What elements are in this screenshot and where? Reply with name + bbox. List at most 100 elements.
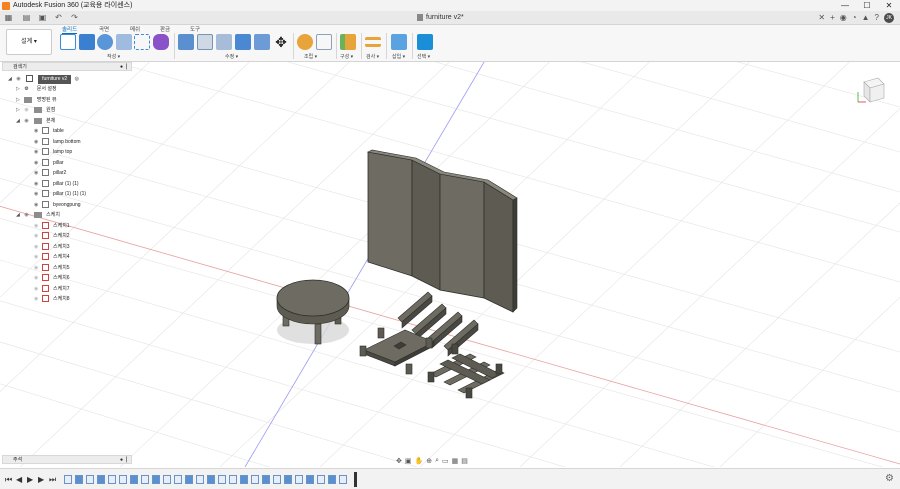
tree-item-body[interactable]: ◉ lamp top	[34, 148, 72, 157]
undo-icon[interactable]: ↶	[54, 13, 63, 22]
collapse-arrow-icon[interactable]: ◢	[16, 211, 23, 220]
collapse-arrow-icon[interactable]: ◢	[8, 75, 15, 84]
form-button[interactable]	[153, 34, 169, 50]
lamp-top-body[interactable]	[427, 343, 505, 399]
timeline-feature[interactable]	[163, 475, 171, 484]
revolve-button[interactable]	[97, 34, 113, 50]
tree-root[interactable]: ◢ ◉ furniture v2 ◎	[8, 75, 79, 84]
help-icon[interactable]: ?	[875, 12, 879, 24]
eye-icon[interactable]: ◉	[34, 295, 42, 304]
group-modify[interactable]: 수정 ▾	[225, 53, 238, 60]
tree-item-named-views[interactable]: ▷ 명명된 뷰	[16, 96, 57, 105]
press-pull-button[interactable]	[178, 34, 194, 50]
eye-icon[interactable]: ◉	[34, 127, 42, 136]
new-component-button[interactable]	[297, 34, 313, 50]
workspace-switcher[interactable]: 설계 ▾	[6, 29, 52, 55]
eye-icon[interactable]: ◉	[24, 106, 32, 115]
pin-icon[interactable]: ●	[120, 63, 123, 71]
eye-icon[interactable]: ◉	[34, 201, 42, 210]
eye-icon[interactable]: ◉	[24, 117, 32, 126]
eye-icon[interactable]: ◉	[34, 190, 42, 199]
timeline-feature[interactable]	[273, 475, 281, 484]
tree-item-sketches[interactable]: ◢ ◉ 스케치	[16, 211, 60, 220]
eye-icon[interactable]: ◉	[34, 243, 42, 252]
measure-button[interactable]	[365, 37, 381, 47]
timeline-feature[interactable]	[130, 475, 138, 484]
browser-header[interactable]: 검색기 ● ▏	[2, 62, 132, 71]
eye-icon[interactable]: ◉	[34, 148, 42, 157]
pin-icon[interactable]: ●	[120, 456, 123, 464]
timeline-feature[interactable]	[75, 475, 83, 484]
expand-arrow-icon[interactable]: ▷	[16, 85, 23, 94]
fillet-button[interactable]	[197, 34, 213, 50]
timeline-feature[interactable]	[339, 475, 347, 484]
chamfer-button[interactable]	[216, 34, 232, 50]
timeline-feature[interactable]	[64, 475, 72, 484]
eye-icon[interactable]: ◉	[34, 285, 42, 294]
redo-icon[interactable]: ↷	[70, 13, 79, 22]
tree-item-body[interactable]: ◉ pillar (1) (1) (1)	[34, 190, 86, 199]
viewports-icon[interactable]: ▤	[461, 457, 468, 465]
tree-item-body[interactable]: ◉ lamp bottom	[34, 138, 81, 147]
shell-button[interactable]	[235, 34, 251, 50]
eye-icon[interactable]: ◉	[34, 180, 42, 189]
minimize-button[interactable]: —	[834, 0, 856, 11]
canvas-viewport[interactable]	[0, 62, 900, 467]
tree-item-bodies[interactable]: ◢ ◉ 본체	[16, 117, 55, 126]
tab-sheet-metal[interactable]: 판금	[160, 25, 170, 33]
display-settings-icon[interactable]: ▭	[442, 457, 449, 465]
group-select[interactable]: 선택 ▾	[417, 53, 430, 60]
viewcube[interactable]	[856, 74, 888, 106]
eye-icon[interactable]: ◉	[34, 138, 42, 147]
group-create[interactable]: 작성 ▾	[107, 53, 120, 60]
group-insert[interactable]: 삽입 ▾	[392, 53, 405, 60]
tab-surface[interactable]: 곡면	[99, 25, 109, 33]
extensions-icon[interactable]: ◉	[840, 12, 847, 24]
timeline-feature[interactable]	[174, 475, 182, 484]
tree-item-body[interactable]: ◉ pillar (1) (1)	[34, 180, 79, 189]
zoom-icon[interactable]: ⊕	[426, 457, 432, 465]
expand-arrow-icon[interactable]: ▷	[16, 96, 23, 105]
move-icon[interactable]: ✥	[273, 34, 289, 50]
maximize-button[interactable]: ☐	[856, 0, 878, 11]
eye-icon[interactable]: ◉	[34, 264, 42, 273]
lamp-bottom-body[interactable]	[359, 327, 435, 375]
offset-plane-button[interactable]	[340, 34, 356, 50]
close-window-button[interactable]: ✕	[878, 0, 900, 11]
tree-item-sketch[interactable]: ◉ 스케치3	[34, 243, 70, 252]
timeline-feature[interactable]	[97, 475, 105, 484]
notifications-icon[interactable]: ▲	[862, 12, 870, 24]
timeline-feature[interactable]	[328, 475, 336, 484]
tree-item-sketch[interactable]: ◉ 스케치6	[34, 274, 70, 283]
insert-image-button[interactable]	[391, 34, 407, 50]
comments-panel-header[interactable]: 주석 ● ▏	[2, 455, 132, 464]
timeline-feature[interactable]	[185, 475, 193, 484]
new-tab-icon[interactable]: +	[830, 12, 835, 24]
orbit-icon[interactable]: ✥	[396, 457, 402, 465]
tree-item-sketch[interactable]: ◉ 스케치5	[34, 264, 70, 273]
timeline-feature[interactable]	[119, 475, 127, 484]
radio-icon[interactable]: ◎	[75, 76, 79, 82]
tree-item-body[interactable]: ◉ table	[34, 127, 64, 136]
file-icon[interactable]: ▤	[22, 13, 31, 22]
timeline-feature[interactable]	[218, 475, 226, 484]
go-to-start-icon[interactable]: ⏮	[5, 475, 12, 485]
collapse-icon[interactable]: ▏	[126, 456, 130, 464]
expand-arrow-icon[interactable]: ▷	[16, 106, 23, 115]
eye-icon[interactable]: ◉	[24, 211, 32, 220]
hole-button[interactable]	[116, 34, 132, 50]
group-construct[interactable]: 구성 ▾	[340, 53, 353, 60]
tree-item-body[interactable]: ◉ byeongpung	[34, 201, 81, 210]
tab-solid[interactable]: 솔리드	[62, 25, 78, 34]
play-icon[interactable]: ▶	[27, 475, 33, 484]
tree-item-sketch[interactable]: ◉ 스케치2	[34, 232, 70, 241]
timeline-feature[interactable]	[108, 475, 116, 484]
avatar[interactable]: JK	[884, 13, 894, 23]
go-to-end-icon[interactable]: ⏭	[49, 475, 56, 485]
close-tab-icon[interactable]: ✕	[818, 12, 825, 24]
step-back-icon[interactable]: ◀	[16, 475, 22, 484]
tree-item-body[interactable]: ◉ pillar	[34, 159, 64, 168]
tab-tools[interactable]: 도구	[190, 25, 200, 33]
round-table-body[interactable]	[276, 279, 350, 345]
pan-icon[interactable]: ✋	[415, 457, 424, 465]
